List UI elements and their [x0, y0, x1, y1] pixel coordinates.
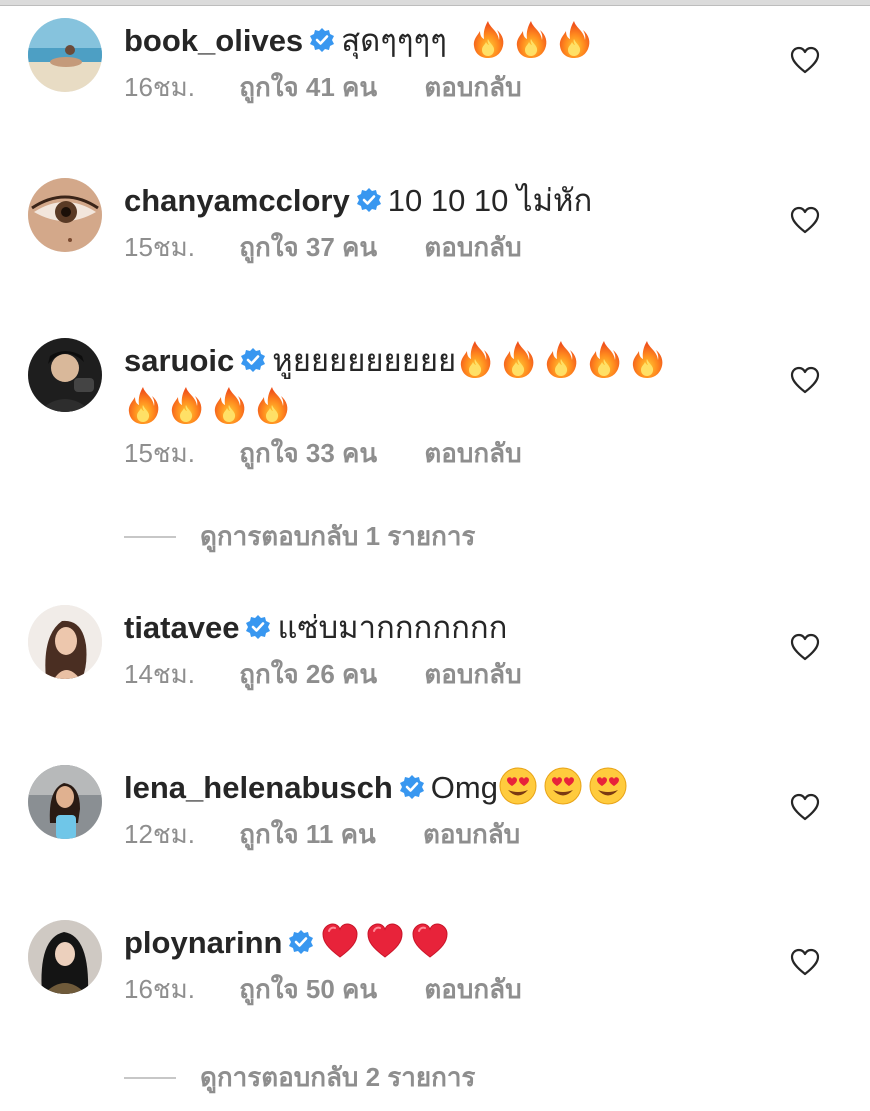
comment-username[interactable]: tiatavee — [124, 610, 239, 645]
comment-likes[interactable]: ถูกใจ 33 คน — [239, 436, 377, 470]
avatar[interactable] — [28, 18, 102, 92]
avatar[interactable] — [28, 605, 102, 679]
heart-eyes-emoji-icon — [543, 766, 583, 806]
fire-icon — [499, 339, 537, 379]
verified-badge-icon — [240, 347, 266, 373]
verified-badge-icon — [356, 187, 382, 213]
avatar-image — [28, 338, 102, 412]
reply-button[interactable]: ตอบกลับ — [424, 230, 521, 264]
fire-icon — [585, 339, 623, 379]
fire-icon — [628, 339, 666, 379]
reply-button[interactable]: ตอบกลับ — [423, 817, 520, 851]
fire-icon — [253, 385, 291, 425]
comment-time[interactable]: 16ชม. — [124, 972, 232, 1006]
avatar[interactable] — [28, 765, 102, 839]
view-replies-button[interactable]: ดูการตอบกลับ 1 รายการ — [124, 519, 624, 553]
red-heart-icon — [365, 921, 405, 961]
red-heart-icon — [320, 921, 360, 961]
fire-icon — [542, 339, 580, 379]
like-heart-icon[interactable] — [790, 366, 820, 394]
top-divider — [0, 0, 870, 6]
view-replies-label: ดูการตอบกลับ 2 รายการ — [200, 1062, 476, 1092]
comment-likes[interactable]: ถูกใจ 41 คน — [239, 70, 377, 104]
fire-icon — [210, 385, 248, 425]
verified-badge-icon — [245, 614, 271, 640]
like-heart-icon[interactable] — [790, 948, 820, 976]
avatar[interactable] — [28, 920, 102, 994]
comment-username[interactable]: chanyamcclory — [124, 183, 350, 218]
heart-eyes-emoji-icon — [498, 766, 538, 806]
like-heart-icon[interactable] — [790, 46, 820, 74]
like-heart-icon[interactable] — [790, 793, 820, 821]
fire-icon — [555, 19, 593, 59]
comment-text: Omg — [430, 770, 498, 805]
comment-likes[interactable]: ถูกใจ 26 คน — [239, 657, 377, 691]
view-replies-button[interactable]: ดูการตอบกลับ 2 รายการ — [124, 1060, 624, 1094]
fire-icon — [512, 19, 550, 59]
comment-username[interactable]: lena_helenabusch — [124, 770, 393, 805]
avatar-image — [28, 765, 102, 839]
replies-divider — [124, 1077, 176, 1079]
comment-text: สุดๆๆๆๆ — [341, 23, 447, 58]
replies-divider — [124, 536, 176, 538]
comment-text: หูยยยยยยยยย — [272, 343, 457, 378]
avatar[interactable] — [28, 338, 102, 412]
avatar-image — [28, 178, 102, 252]
comment-text: แซ่บมากกกกกกก — [277, 610, 508, 645]
comment-time[interactable]: 15ชม. — [124, 230, 232, 264]
comment-likes[interactable]: ถูกใจ 37 คน — [239, 230, 377, 264]
like-heart-icon[interactable] — [790, 633, 820, 661]
reply-button[interactable]: ตอบกลับ — [424, 436, 521, 470]
comment-username[interactable]: saruoic — [124, 343, 234, 378]
fire-icon — [124, 385, 162, 425]
red-heart-icon — [410, 921, 450, 961]
comment-time[interactable]: 16ชม. — [124, 70, 232, 104]
comment-username[interactable]: book_olives — [124, 23, 303, 58]
avatar-image — [28, 18, 102, 92]
avatar-image — [28, 920, 102, 994]
verified-badge-icon — [288, 929, 314, 955]
verified-badge-icon — [399, 774, 425, 800]
view-replies-label: ดูการตอบกลับ 1 รายการ — [200, 521, 476, 551]
fire-icon — [456, 339, 494, 379]
comment-likes[interactable]: ถูกใจ 50 คน — [239, 972, 377, 1006]
avatar-image — [28, 605, 102, 679]
comment-time[interactable]: 14ชม. — [124, 657, 232, 691]
like-heart-icon[interactable] — [790, 206, 820, 234]
reply-button[interactable]: ตอบกลับ — [424, 70, 521, 104]
reply-button[interactable]: ตอบกลับ — [424, 657, 521, 691]
avatar[interactable] — [28, 178, 102, 252]
verified-badge-icon — [309, 27, 335, 53]
reply-button[interactable]: ตอบกลับ — [424, 972, 521, 1006]
fire-icon — [167, 385, 205, 425]
comment-text: 10 10 10 ไม่หัก — [387, 183, 593, 218]
comment-time[interactable]: 12ชม. — [124, 817, 232, 851]
heart-eyes-emoji-icon — [588, 766, 628, 806]
comment-time[interactable]: 15ชม. — [124, 436, 232, 470]
comment-likes[interactable]: ถูกใจ 11 คน — [239, 817, 376, 851]
fire-icon — [469, 19, 507, 59]
comment-username[interactable]: ploynarinn — [124, 925, 282, 960]
